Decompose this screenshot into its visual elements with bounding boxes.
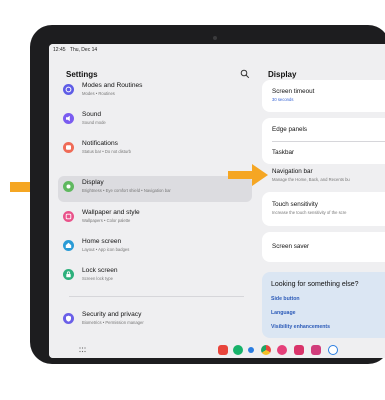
wallpaper-icon xyxy=(63,211,74,222)
touch-sensitivity-subtitle: Increase the touch sensitivity of the sc… xyxy=(272,210,347,215)
sun-icon xyxy=(63,181,74,192)
settings-item-subtitle: Status bar • Do not disturb xyxy=(82,149,131,154)
screen-saver-title: Screen saver xyxy=(272,243,310,250)
app-green-icon[interactable] xyxy=(233,345,243,355)
navigation-bar-subtitle: Manage the Home, Back, and Recents bu xyxy=(272,177,350,182)
status-date: Thu, Dec 14 xyxy=(69,47,98,53)
settings-item-title: Modes and Routines xyxy=(82,82,143,89)
settings-item-subtitle: Wallpapers • Color palette xyxy=(82,218,131,223)
navigation-bar-title: Navigation bar xyxy=(272,168,313,175)
settings-item-title: Display xyxy=(82,179,104,186)
settings-pane: Settings Modes and Routines Modes • Rout… xyxy=(49,58,256,342)
bell-icon xyxy=(63,142,74,153)
app-flower-icon[interactable] xyxy=(277,345,287,355)
settings-item-subtitle: Screen lock type xyxy=(82,276,113,281)
settings-item-sound[interactable]: Sound Sound mode xyxy=(58,108,252,134)
navigation-bar-item[interactable]: Navigation bar Manage the Home, Back, an… xyxy=(262,164,385,190)
screen-timeout-title: Screen timeout xyxy=(272,88,315,95)
modes-icon xyxy=(63,84,74,95)
apps-grid-icon[interactable] xyxy=(79,347,86,353)
suggestions-heading: Looking for something else? xyxy=(271,281,359,288)
search-icon[interactable] xyxy=(240,69,250,79)
touch-sensitivity-card[interactable]: Touch sensitivity Increase the touch sen… xyxy=(262,192,385,226)
language-link[interactable]: Language xyxy=(271,310,296,316)
settings-item-title: Wallpaper and style xyxy=(82,209,140,216)
settings-item-lock-screen[interactable]: Lock screen Screen lock type xyxy=(58,264,252,290)
home-icon xyxy=(63,240,74,251)
touch-sensitivity-title: Touch sensitivity xyxy=(272,201,318,208)
app-chrome-icon[interactable] xyxy=(261,345,271,355)
settings-item-title: Home screen xyxy=(82,238,122,245)
settings-item-title: Sound xyxy=(82,111,102,118)
screen-saver-card[interactable]: Screen saver xyxy=(262,232,385,262)
settings-item-title: Security and privacy xyxy=(82,311,142,318)
shield-icon xyxy=(63,313,74,324)
display-pane: Display Screen timeout 30 seconds Edge p… xyxy=(262,58,385,342)
settings-title: Settings xyxy=(66,70,98,79)
front-camera xyxy=(213,36,217,40)
settings-item-subtitle: Layout • App icon badges xyxy=(82,247,130,252)
settings-item-wallpaper[interactable]: Wallpaper and style Wallpapers • Color p… xyxy=(58,206,252,232)
taskbar-dock xyxy=(49,342,385,358)
visibility-enhancements-link[interactable]: Visibility enhancements xyxy=(271,324,330,330)
settings-item-display[interactable]: Display Brightness • Eye comfort shield … xyxy=(58,176,252,202)
app-red-icon[interactable] xyxy=(218,345,228,355)
status-bar: 12:45 Thu, Dec 14 xyxy=(49,44,385,56)
settings-item-modes[interactable]: Modes and Routines Modes • Routines xyxy=(58,79,252,105)
settings-item-notifications[interactable]: Notifications Status bar • Do not distur… xyxy=(58,137,252,163)
panels-card: Edge panels Taskbar xyxy=(262,118,385,164)
screen-timeout-value: 30 seconds xyxy=(272,97,294,102)
settings-item-title: Notifications xyxy=(82,140,118,147)
app-gallery-icon[interactable] xyxy=(294,345,304,355)
stage: 12:45 Thu, Dec 14 Settings Modes and Rou… xyxy=(0,0,385,400)
screen: 12:45 Thu, Dec 14 Settings Modes and Rou… xyxy=(49,44,385,358)
taskbar-item[interactable]: Taskbar xyxy=(272,149,294,156)
divider xyxy=(69,296,244,297)
edge-panels-item[interactable]: Edge panels xyxy=(272,126,307,133)
display-title: Display xyxy=(268,70,297,79)
lock-icon xyxy=(63,269,74,280)
side-button-link[interactable]: Side button xyxy=(271,296,300,302)
screen-timeout-card[interactable]: Screen timeout 30 seconds xyxy=(262,80,385,112)
settings-item-subtitle: Sound mode xyxy=(82,120,106,125)
divider xyxy=(272,141,385,142)
app-chat-icon[interactable] xyxy=(248,347,254,353)
settings-item-subtitle: Biometrics • Permission manager xyxy=(82,320,144,325)
settings-item-subtitle: Brightness • Eye comfort shield • Naviga… xyxy=(82,188,171,193)
annotation-arrow-navigation-bar xyxy=(228,164,268,186)
settings-item-home-screen[interactable]: Home screen Layout • App icon badges xyxy=(58,235,252,261)
app-gear-icon[interactable] xyxy=(311,345,321,355)
speaker-icon xyxy=(63,113,74,124)
settings-item-title: Lock screen xyxy=(82,267,118,274)
app-camera-icon[interactable] xyxy=(328,345,338,355)
status-time: 12:45 xyxy=(53,47,66,53)
settings-item-subtitle: Modes • Routines xyxy=(82,91,115,96)
suggestions-card: Looking for something else? Side button … xyxy=(262,272,385,338)
settings-item-security[interactable]: Security and privacy Biometrics • Permis… xyxy=(58,308,252,334)
